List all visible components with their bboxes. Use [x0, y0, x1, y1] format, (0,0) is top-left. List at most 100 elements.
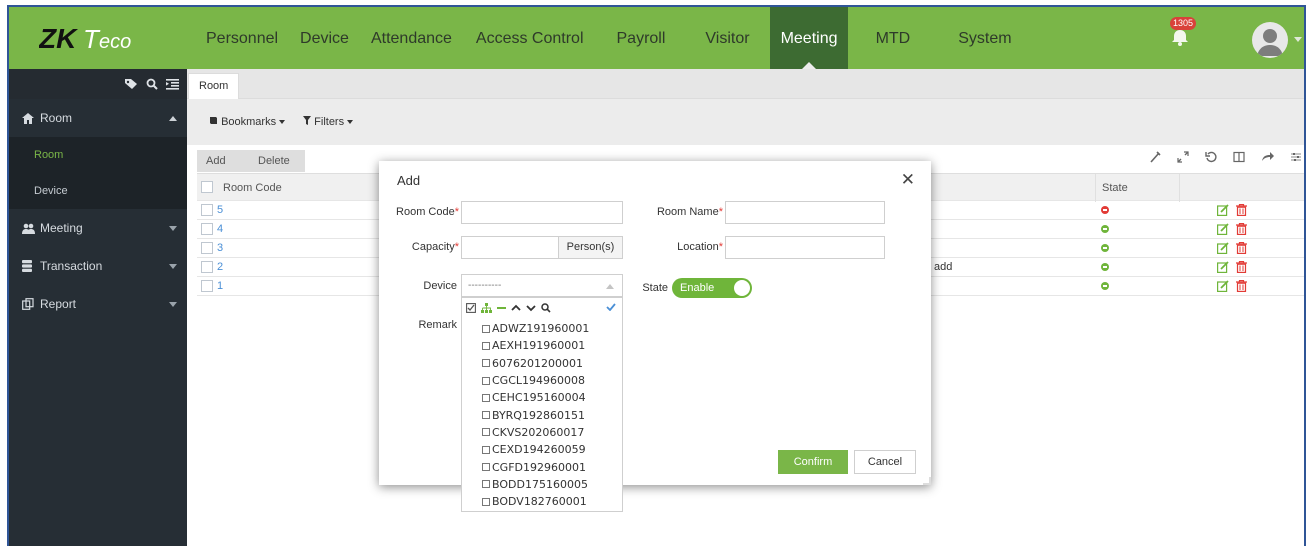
confirm-check-icon[interactable] [606, 303, 616, 311]
option-checkbox[interactable] [482, 359, 490, 368]
user-avatar[interactable] [1252, 22, 1288, 58]
device-option[interactable]: BODD175160005 [482, 476, 589, 493]
resize-grip[interactable] [923, 477, 931, 485]
device-option[interactable]: CEHC195160004 [482, 389, 589, 406]
device-option[interactable]: CGCL194960008 [482, 372, 589, 389]
bookmarks-dropdown[interactable]: Bookmarks [209, 116, 286, 128]
delete-button[interactable]: Delete [234, 150, 305, 172]
option-checkbox[interactable] [482, 393, 490, 402]
room-code-cell[interactable]: 5 [217, 204, 223, 216]
room-code-cell[interactable]: 2 [217, 261, 223, 273]
refresh-icon[interactable] [1205, 151, 1217, 163]
cancel-button[interactable]: Cancel [854, 450, 916, 474]
device-option[interactable]: CEXD194260059 [482, 441, 589, 458]
option-checkbox[interactable] [482, 497, 490, 506]
nav-access-control[interactable]: Access Control [463, 7, 597, 69]
nav-attendance[interactable]: Attendance [360, 7, 463, 69]
device-option[interactable]: BODV182760001 [482, 493, 589, 510]
tab-room[interactable]: Room [188, 73, 240, 99]
filters-dropdown[interactable]: Filters [303, 116, 354, 128]
nav-mtd[interactable]: MTD [848, 7, 935, 69]
row-checkbox[interactable] [201, 242, 213, 254]
edit-icon[interactable] [1217, 242, 1229, 257]
fullscreen-icon[interactable] [1177, 151, 1189, 163]
row-checkbox[interactable] [201, 280, 213, 292]
chevron-down-icon [169, 302, 177, 307]
edit-icon[interactable] [1217, 204, 1229, 219]
room-code-cell[interactable]: 4 [217, 223, 223, 235]
tag-icon[interactable] [124, 78, 138, 90]
edit-icon[interactable] [1217, 261, 1229, 276]
chevron-down-icon[interactable] [526, 303, 536, 313]
delete-icon[interactable] [1236, 222, 1247, 238]
delete-icon[interactable] [1236, 241, 1247, 257]
device-option[interactable]: CGFD192960001 [482, 458, 589, 475]
tree-icon[interactable] [481, 303, 492, 313]
column-header-state[interactable]: State [1095, 174, 1179, 202]
clear-format-icon[interactable] [1149, 151, 1161, 163]
nav-visitor[interactable]: Visitor [685, 7, 769, 69]
nav-personnel[interactable]: Personnel [187, 7, 289, 69]
search-icon[interactable] [541, 303, 551, 313]
column-header-room-code[interactable]: Room Code [223, 182, 282, 194]
export-icon[interactable] [1261, 151, 1274, 163]
collapse-menu-icon[interactable] [166, 78, 179, 90]
option-checkbox[interactable] [482, 445, 490, 454]
device-option[interactable]: ADWZ191960001 [482, 320, 589, 337]
nav-system[interactable]: System [934, 7, 1035, 69]
user-menu-caret-icon[interactable] [1294, 37, 1302, 42]
sidebar-group-room[interactable]: Room [9, 99, 187, 137]
nav-device[interactable]: Device [289, 7, 360, 69]
capacity-input[interactable] [461, 236, 559, 259]
device-option[interactable]: BYRQ192860151 [482, 406, 589, 423]
confirm-button[interactable]: Confirm [778, 450, 848, 474]
edit-icon[interactable] [1217, 223, 1229, 238]
select-all-icon[interactable] [466, 303, 476, 313]
chevron-up-icon[interactable] [511, 303, 521, 313]
zkteco-logo[interactable]: ZK T eco [9, 7, 187, 69]
settings-sliders-icon[interactable] [1290, 151, 1302, 163]
sidebar-item-room[interactable]: Room [9, 137, 187, 173]
row-checkbox[interactable] [201, 261, 213, 273]
select-all-checkbox[interactable] [201, 181, 213, 193]
room-code-cell[interactable]: 1 [217, 280, 223, 292]
device-option[interactable]: AEXH191960001 [482, 337, 589, 354]
search-icon[interactable] [146, 78, 158, 90]
option-checkbox[interactable] [482, 411, 490, 420]
device-option[interactable]: CKVS202060017 [482, 424, 589, 441]
state-label: State [642, 282, 668, 294]
room-code-cell[interactable]: 3 [217, 242, 223, 254]
option-checkbox[interactable] [482, 341, 490, 350]
enabled-status-icon [1101, 263, 1109, 271]
delete-icon[interactable] [1236, 279, 1247, 295]
close-icon[interactable]: ✕ [901, 170, 915, 190]
option-checkbox[interactable] [482, 463, 490, 472]
sidebar-group-transaction[interactable]: Transaction [9, 247, 187, 285]
row-checkbox[interactable] [201, 223, 213, 235]
disabled-status-icon [1101, 206, 1109, 214]
add-button[interactable]: Add [197, 150, 235, 172]
sidebar-group-meeting[interactable]: Meeting [9, 209, 187, 247]
room-name-input[interactable] [725, 201, 885, 224]
option-checkbox[interactable] [482, 480, 490, 489]
location-input[interactable] [725, 236, 885, 259]
sidebar-item-device[interactable]: Device [9, 173, 187, 209]
delete-icon[interactable] [1236, 203, 1247, 219]
collapse-all-icon[interactable] [497, 303, 506, 313]
delete-icon[interactable] [1236, 260, 1247, 276]
row-checkbox[interactable] [201, 204, 213, 216]
state-toggle-switch[interactable]: Enable [672, 278, 752, 298]
option-checkbox[interactable] [482, 428, 490, 437]
room-name-label: Room Name* [656, 206, 723, 218]
sidebar: Room Room Device Meeting Transaction Rep… [9, 69, 187, 546]
option-checkbox[interactable] [482, 324, 490, 333]
columns-icon[interactable] [1233, 151, 1245, 163]
nav-payroll[interactable]: Payroll [597, 7, 686, 69]
edit-icon[interactable] [1217, 280, 1229, 295]
top-navigation-bar: ZK T eco Personnel Device Attendance Acc… [9, 7, 1304, 69]
option-checkbox[interactable] [482, 376, 490, 385]
room-code-input[interactable] [461, 201, 623, 224]
nav-meeting[interactable]: Meeting [769, 7, 848, 69]
sidebar-group-report[interactable]: Report [9, 285, 187, 323]
device-option[interactable]: 6076201200001 [482, 355, 589, 372]
